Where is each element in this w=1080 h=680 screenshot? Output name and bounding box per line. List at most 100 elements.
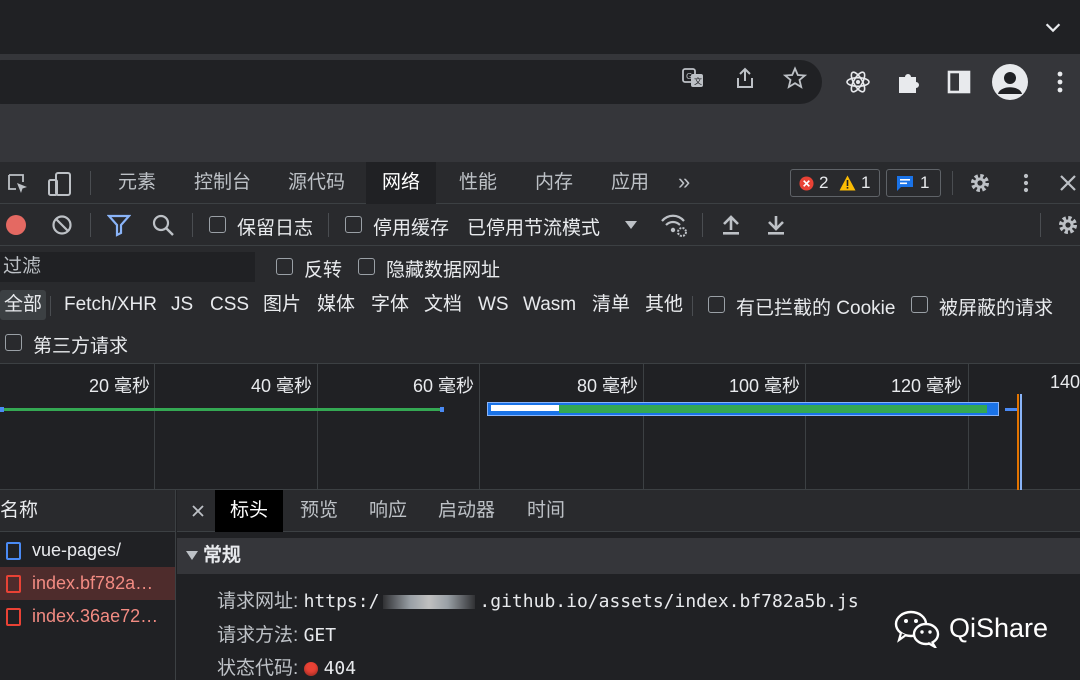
type-filter-images[interactable]: 图片 bbox=[263, 290, 301, 320]
toolbar-divider bbox=[328, 213, 329, 237]
devtools-menu-icon[interactable] bbox=[1014, 171, 1038, 195]
device-toolbar-icon[interactable] bbox=[47, 171, 73, 197]
hide-data-urls-checkbox[interactable] bbox=[358, 258, 375, 275]
blocked-cookies-checkbox[interactable] bbox=[708, 296, 725, 313]
tab-memory[interactable]: 内存 bbox=[519, 162, 589, 204]
type-filter-divider bbox=[692, 296, 693, 316]
type-filter-media[interactable]: 媒体 bbox=[317, 290, 355, 320]
disable-cache-checkbox[interactable] bbox=[345, 216, 362, 233]
share-icon[interactable] bbox=[733, 66, 757, 90]
tab-performance[interactable]: 性能 bbox=[443, 162, 513, 204]
network-toolbar: 保留日志 停用缓存 已停用节流模式 bbox=[0, 204, 1080, 246]
network-settings-icon[interactable] bbox=[1056, 213, 1080, 237]
general-section-header[interactable]: 常规 bbox=[177, 538, 1080, 574]
inspect-element-icon[interactable] bbox=[6, 172, 30, 196]
timeline-bar-start bbox=[0, 407, 4, 412]
blocked-requests-label: 被屏蔽的请求 bbox=[939, 298, 1054, 319]
request-method-row: 请求方法: GET bbox=[217, 620, 336, 647]
redacted-block bbox=[383, 594, 476, 609]
chrome-menu-icon[interactable] bbox=[1046, 68, 1074, 96]
dom-content-loaded-line bbox=[1017, 394, 1019, 490]
filter-icon[interactable] bbox=[107, 213, 131, 237]
export-har-icon[interactable] bbox=[765, 213, 787, 237]
tab-preview[interactable]: 预览 bbox=[285, 490, 353, 532]
request-row-selected[interactable]: index.bf782a… bbox=[0, 567, 175, 600]
side-panel-icon[interactable] bbox=[945, 68, 973, 96]
close-detail-icon[interactable] bbox=[191, 504, 205, 518]
document-icon bbox=[6, 542, 21, 560]
timeline-gridline bbox=[317, 364, 318, 490]
third-party-checkbox[interactable] bbox=[5, 334, 22, 351]
tab-console[interactable]: 控制台 bbox=[178, 162, 267, 204]
status-error-dot-icon bbox=[303, 661, 318, 676]
type-filter-wasm[interactable]: Wasm bbox=[523, 290, 576, 320]
search-icon[interactable] bbox=[151, 213, 175, 237]
more-tabs-chevron-icon[interactable]: » bbox=[678, 162, 690, 204]
timeline-bar-waiting bbox=[491, 405, 559, 411]
request-row[interactable]: index.36ae72… bbox=[0, 600, 175, 633]
close-icon[interactable] bbox=[1058, 173, 1078, 193]
type-filter-font[interactable]: 字体 bbox=[371, 290, 409, 320]
request-row[interactable]: vue-pages/ bbox=[0, 534, 175, 567]
tab-search-chevron-icon[interactable] bbox=[1042, 16, 1064, 38]
type-filter-js[interactable]: JS bbox=[171, 290, 193, 320]
invert-label: 反转 bbox=[304, 260, 343, 281]
tab-timing[interactable]: 时间 bbox=[512, 490, 580, 532]
load-event-line bbox=[1020, 394, 1022, 490]
request-name: vue-pages/ bbox=[32, 540, 122, 560]
hide-data-urls-label: 隐藏数据网址 bbox=[386, 260, 501, 281]
blocked-requests-checkbox[interactable] bbox=[911, 296, 928, 313]
preserve-log-label: 保留日志 bbox=[237, 218, 314, 239]
watermark-text: QiShare bbox=[949, 612, 1049, 643]
import-har-icon[interactable] bbox=[720, 213, 742, 237]
tab-network[interactable]: 网络 bbox=[366, 162, 437, 204]
network-conditions-icon[interactable] bbox=[660, 212, 688, 238]
browser-toolbar: G 文 bbox=[0, 54, 1080, 110]
svg-text:G: G bbox=[686, 72, 692, 81]
tab-application[interactable]: 应用 bbox=[595, 162, 665, 204]
type-filter-fetch-xhr[interactable]: Fetch/XHR bbox=[64, 290, 157, 320]
type-filter-css[interactable]: CSS bbox=[210, 290, 249, 320]
extensions-puzzle-icon[interactable] bbox=[895, 68, 923, 96]
timeline-bar-download bbox=[559, 405, 987, 413]
filter-input[interactable]: 过滤 bbox=[0, 252, 255, 282]
invert-checkbox[interactable] bbox=[276, 258, 293, 275]
timeline-tick-label: 40 毫秒 bbox=[250, 376, 312, 396]
profile-avatar[interactable] bbox=[992, 64, 1028, 100]
throttling-select[interactable]: 已停用节流模式 bbox=[467, 213, 600, 240]
type-filter-manifest[interactable]: 清单 bbox=[592, 290, 630, 320]
message-icon bbox=[897, 176, 913, 191]
record-icon[interactable] bbox=[5, 214, 27, 236]
timeline-gridline bbox=[479, 364, 480, 490]
bookmark-star-icon[interactable] bbox=[783, 66, 807, 90]
timeline-request-bar bbox=[0, 408, 444, 411]
type-filter-all[interactable]: 全部 bbox=[0, 290, 47, 320]
timeline-tick-label: 60 毫秒 bbox=[412, 376, 474, 396]
preserve-log-checkbox[interactable] bbox=[209, 216, 226, 233]
tab-elements[interactable]: 元素 bbox=[102, 162, 172, 204]
type-filter-ws[interactable]: WS bbox=[478, 290, 509, 320]
settings-gear-icon[interactable] bbox=[968, 171, 992, 195]
clear-icon[interactable] bbox=[51, 214, 73, 236]
messages-counter[interactable]: 1 bbox=[886, 169, 941, 197]
tab-sources[interactable]: 源代码 bbox=[272, 162, 361, 204]
react-devtools-icon[interactable] bbox=[844, 68, 872, 96]
error-icon bbox=[799, 176, 814, 191]
tab-headers[interactable]: 标头 bbox=[215, 490, 284, 532]
dropdown-arrow-icon[interactable] bbox=[624, 219, 638, 231]
type-filter-doc[interactable]: 文档 bbox=[424, 290, 462, 320]
timeline-bar-tail bbox=[1005, 408, 1017, 411]
tab-initiator[interactable]: 启动器 bbox=[423, 490, 510, 532]
type-filter-other[interactable]: 其他 bbox=[645, 290, 683, 320]
devtools-panel: 元素 控制台 源代码 网络 性能 内存 应用 » 2 1 1 保留日志 停用缓存… bbox=[0, 162, 1080, 680]
tab-response[interactable]: 响应 bbox=[354, 490, 422, 532]
third-party-label: 第三方请求 bbox=[33, 336, 129, 357]
translate-icon[interactable]: G 文 bbox=[681, 66, 705, 90]
timeline-tick-label: 120 毫秒 bbox=[890, 376, 962, 396]
stylesheet-error-icon bbox=[6, 608, 21, 626]
name-column-header[interactable]: 名称 bbox=[0, 490, 175, 532]
filter-bar: 过滤 反转 隐藏数据网址 全部 Fetch/XHR JS CSS 图片 媒体 字… bbox=[0, 246, 1080, 364]
request-method-label: 请求方法: bbox=[217, 625, 299, 646]
timeline-overview[interactable]: 20 毫秒 40 毫秒 60 毫秒 80 毫秒 100 毫秒 120 毫秒 14… bbox=[0, 364, 1080, 490]
issues-counter[interactable]: 2 1 bbox=[790, 169, 880, 197]
